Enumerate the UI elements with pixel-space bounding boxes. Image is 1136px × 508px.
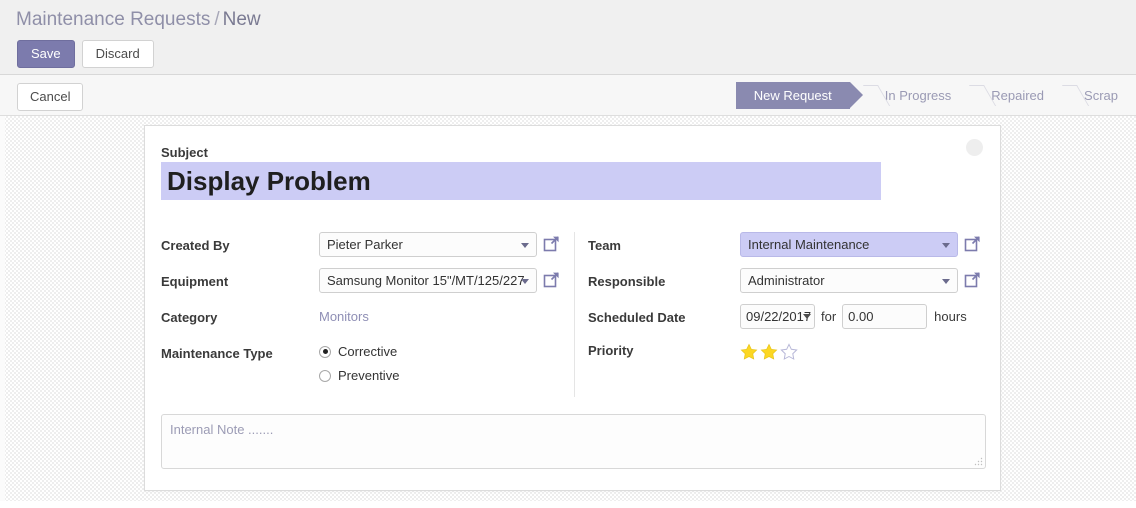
field-equipment: Equipment Samsung Monitor 15"/MT/125/227: [161, 268, 561, 304]
created-by-control: Pieter Parker: [319, 232, 560, 257]
responsible-value: Administrator: [748, 273, 825, 288]
created-by-select[interactable]: Pieter Parker: [319, 232, 537, 257]
form-view-background: Subject Display Problem Created By Piete…: [0, 116, 1136, 508]
radio-preventive-label: Preventive: [338, 368, 400, 383]
chevron-down-icon: [942, 279, 950, 284]
priority-stars: [740, 337, 800, 363]
field-created-by: Created By Pieter Parker: [161, 232, 561, 268]
star-filled-icon[interactable]: [760, 343, 778, 361]
responsible-select[interactable]: Administrator: [740, 268, 958, 293]
category-value: Monitors: [319, 309, 369, 324]
breadcrumb-current: New: [222, 9, 261, 30]
subject-label: Subject: [161, 145, 208, 160]
star-filled-icon[interactable]: [740, 343, 758, 361]
cancel-button[interactable]: Cancel: [17, 83, 84, 111]
maintenance-type-radio-group: Corrective Preventive: [319, 340, 399, 388]
priority-control: [740, 337, 800, 363]
responsible-control: Administrator: [740, 268, 981, 293]
priority-label: Priority: [588, 343, 634, 358]
field-responsible: Responsible Administrator: [575, 268, 984, 304]
right-field-column: Team Internal Maintenance Responsible Ad…: [574, 232, 984, 397]
avatar: [966, 139, 983, 156]
status-step-in-progress[interactable]: In Progress: [863, 82, 969, 109]
team-value: Internal Maintenance: [748, 237, 870, 252]
breadcrumb-separator: /: [214, 9, 220, 30]
internal-note-placeholder: Internal Note .......: [170, 422, 274, 437]
team-select[interactable]: Internal Maintenance: [740, 232, 958, 257]
external-link-icon[interactable]: [964, 235, 981, 252]
field-team: Team Internal Maintenance: [575, 232, 984, 268]
scheduled-date-value: 09/22/2017: [746, 309, 812, 324]
chevron-down-icon: [521, 279, 529, 284]
radio-preventive[interactable]: Preventive: [319, 364, 399, 388]
created-by-label: Created By: [161, 238, 230, 253]
created-by-value: Pieter Parker: [327, 237, 403, 252]
chevron-down-icon: [521, 243, 529, 248]
form-sheet: Subject Display Problem Created By Piete…: [144, 125, 1001, 491]
equipment-select[interactable]: Samsung Monitor 15"/MT/125/227: [319, 268, 537, 293]
field-priority: Priority: [575, 337, 984, 373]
maintenance-type-label: Maintenance Type: [161, 346, 273, 361]
duration-unit-label: hours: [934, 309, 967, 324]
field-maintenance-type: Maintenance Type Corrective Preventive: [161, 340, 561, 392]
star-empty-icon[interactable]: [780, 342, 798, 361]
duration-conjunction: for: [821, 309, 837, 324]
radio-unselected-icon: [319, 369, 331, 382]
status-step-repaired[interactable]: Repaired: [969, 82, 1062, 109]
responsible-label: Responsible: [588, 274, 666, 289]
category-label: Category: [161, 310, 218, 325]
radio-corrective-label: Corrective: [338, 344, 398, 359]
scheduled-date-input[interactable]: 09/22/2017: [740, 304, 815, 329]
external-link-icon[interactable]: [543, 271, 560, 288]
status-step-new-request[interactable]: New Request: [735, 82, 863, 109]
control-panel: Maintenance Requests / New Save Discard: [0, 0, 1136, 75]
save-button[interactable]: Save: [17, 40, 75, 68]
chevron-down-icon: [803, 314, 811, 319]
equipment-label: Equipment: [161, 274, 229, 289]
team-label: Team: [588, 238, 621, 253]
left-gutter: [0, 116, 5, 508]
secondary-bar: Cancel New Request In Progress Repaired …: [0, 75, 1136, 116]
team-control: Internal Maintenance: [740, 232, 981, 257]
status-step-scrap[interactable]: Scrap: [1062, 82, 1136, 109]
internal-note-textarea[interactable]: Internal Note .......: [161, 414, 986, 469]
category-control: Monitors: [319, 304, 369, 329]
breadcrumb-root-link[interactable]: Maintenance Requests: [16, 9, 210, 30]
scheduled-date-control: 09/22/2017 for 0.00 hours: [740, 304, 967, 329]
external-link-icon[interactable]: [543, 235, 560, 252]
duration-input[interactable]: 0.00: [842, 304, 928, 329]
breadcrumb: Maintenance Requests / New: [16, 8, 261, 32]
radio-selected-icon: [319, 345, 331, 358]
radio-corrective[interactable]: Corrective: [319, 340, 399, 364]
equipment-control: Samsung Monitor 15"/MT/125/227: [319, 268, 560, 293]
external-link-icon[interactable]: [964, 271, 981, 288]
field-category: Category Monitors: [161, 304, 561, 340]
field-scheduled-date: Scheduled Date 09/22/2017 for 0.00 hours: [575, 304, 984, 337]
chevron-down-icon: [942, 243, 950, 248]
status-bar: New Request In Progress Repaired Scrap: [735, 82, 1136, 109]
resize-handle-icon[interactable]: [974, 457, 983, 466]
form-action-buttons: Save Discard: [17, 40, 154, 68]
footer-strip: [0, 501, 1136, 508]
scheduled-date-label: Scheduled Date: [588, 310, 686, 325]
left-field-column: Created By Pieter Parker Equipment Samsu…: [161, 232, 561, 392]
subject-input[interactable]: Display Problem: [161, 162, 881, 200]
discard-button[interactable]: Discard: [81, 40, 154, 68]
equipment-value: Samsung Monitor 15"/MT/125/227: [327, 273, 525, 288]
